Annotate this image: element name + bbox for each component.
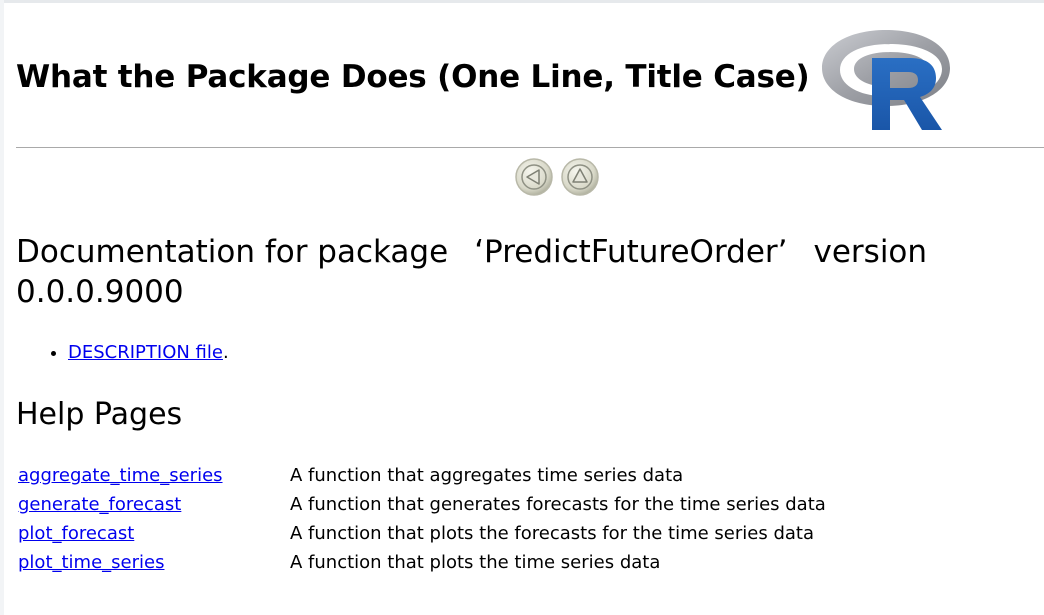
- help-pages-heading: Help Pages: [16, 397, 183, 432]
- help-link-generate-forecast[interactable]: generate_forecast: [18, 494, 181, 515]
- documentation-title: Documentation for package ‘PredictFutureO…: [16, 232, 1016, 312]
- table-row: plot_time_series A function that plots t…: [16, 548, 828, 577]
- list-item: DESCRIPTION file.: [68, 340, 229, 366]
- doc-title-prefix: Documentation for package: [16, 234, 449, 270]
- window-top-border: [0, 0, 1044, 3]
- table-row: generate_forecast A function that genera…: [16, 490, 828, 519]
- page-header: What the Package Does (One Line, Title C…: [16, 22, 952, 132]
- package-version: 0.0.0.9000: [16, 274, 184, 310]
- help-description: A function that plots the time series da…: [290, 552, 661, 573]
- doc-version-label: version: [813, 234, 928, 270]
- help-link-plot-time-series[interactable]: plot_time_series: [18, 552, 164, 573]
- help-description: A function that generates forecasts for …: [290, 494, 826, 515]
- package-name: ‘PredictFutureOrder’: [474, 234, 788, 270]
- up-arrow-circle-icon[interactable]: [560, 157, 600, 197]
- description-file-link[interactable]: DESCRIPTION file: [68, 342, 223, 363]
- table-row: aggregate_time_series A function that ag…: [16, 461, 828, 490]
- help-description: A function that plots the forecasts for …: [290, 523, 815, 544]
- help-link-plot-forecast[interactable]: plot_forecast: [18, 523, 134, 544]
- help-link-aggregate-time-series[interactable]: aggregate_time_series: [18, 465, 223, 486]
- r-logo-icon: [821, 30, 950, 130]
- nav-buttons: [514, 157, 600, 197]
- page-title: What the Package Does (One Line, Title C…: [16, 59, 810, 95]
- description-suffix: .: [222, 342, 229, 363]
- left-arrow-circle-icon[interactable]: [514, 157, 554, 197]
- header-divider: [16, 147, 1044, 148]
- help-pages-table: aggregate_time_series A function that ag…: [16, 461, 828, 577]
- help-description: A function that aggregates time series d…: [290, 465, 684, 486]
- description-list: DESCRIPTION file.: [16, 340, 229, 366]
- window-left-border: [0, 0, 4, 615]
- table-row: plot_forecast A function that plots the …: [16, 519, 828, 548]
